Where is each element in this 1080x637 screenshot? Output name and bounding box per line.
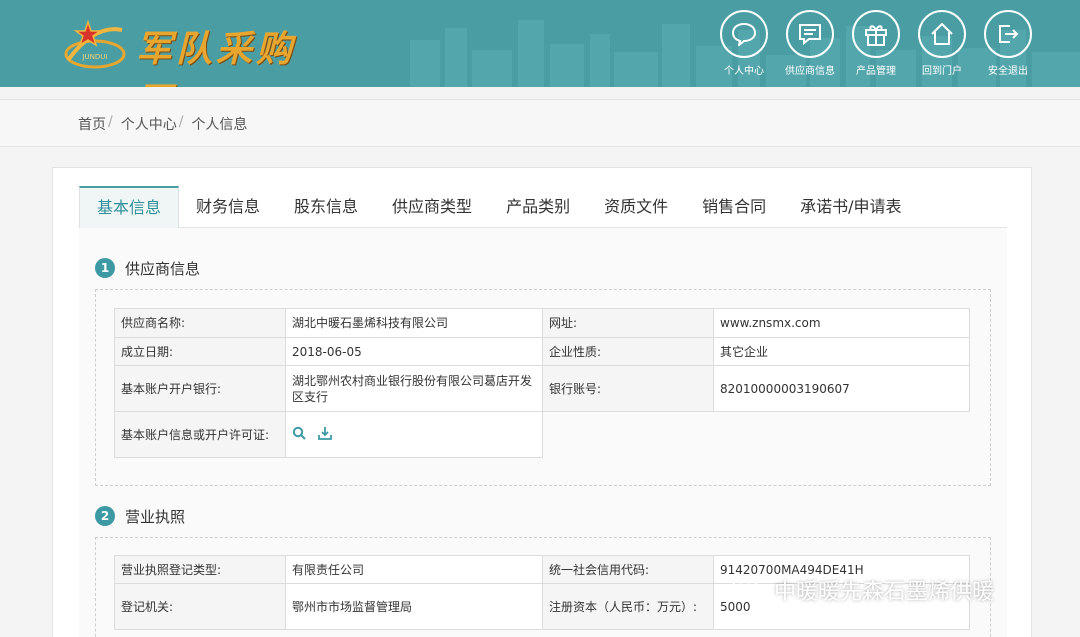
nav-product-management[interactable]: 产品管理 bbox=[852, 10, 900, 77]
site-logo[interactable]: JUNDUI 军队采购网 bbox=[64, 14, 324, 87]
top-header: JUNDUI 军队采购网 个人中心 供应商信息 产品管理 回到门户 bbox=[0, 0, 1080, 87]
label-website: 网址: bbox=[542, 308, 714, 338]
table-row: 基本账户开户银行: 湖北鄂州农村商业银行股份有限公司葛店开发区支行 银行账号: … bbox=[114, 365, 970, 412]
home-icon bbox=[918, 10, 966, 58]
army-star-emblem-icon: JUNDUI bbox=[64, 19, 126, 69]
breadcrumb-bar: 首页 / 个人中心 / 个人信息 bbox=[0, 99, 1080, 147]
tab-financial-info[interactable]: 财务信息 bbox=[179, 186, 277, 228]
label-established-date: 成立日期: bbox=[114, 337, 286, 366]
gift-icon bbox=[852, 10, 900, 58]
wechat-icon bbox=[732, 576, 766, 603]
tab-bar: 基本信息 财务信息 股东信息 供应商类型 产品类别 资质文件 销售合同 承诺书/… bbox=[79, 186, 1007, 229]
label-credit-code: 统一社会信用代码: bbox=[542, 555, 714, 584]
table-row: 成立日期: 2018-06-05 企业性质: 其它企业 bbox=[114, 337, 970, 366]
step-badge: 1 bbox=[95, 258, 115, 278]
nav-supplier-info[interactable]: 供应商信息 bbox=[785, 10, 835, 77]
label-bank-account: 银行账号: bbox=[542, 365, 714, 412]
tab-product-category[interactable]: 产品类别 bbox=[489, 186, 587, 228]
section-business-license-title: 2 营业执照 bbox=[95, 505, 185, 527]
label-bank: 基本账户开户银行: bbox=[114, 365, 286, 412]
main-panel: 基本信息 财务信息 股东信息 供应商类型 产品类别 资质文件 销售合同 承诺书/… bbox=[52, 167, 1032, 637]
label-supplier-name: 供应商名称: bbox=[114, 308, 286, 338]
value-bank: 湖北鄂州农村商业银行股份有限公司葛店开发区支行 bbox=[285, 365, 543, 412]
svg-text:JUNDUI: JUNDUI bbox=[81, 53, 107, 61]
label-license-type: 营业执照登记类型: bbox=[114, 555, 286, 584]
nav-back-to-portal[interactable]: 回到门户 bbox=[918, 10, 966, 77]
breadcrumb: 首页 / 个人中心 / 个人信息 bbox=[78, 114, 248, 134]
chat-bubble-icon bbox=[720, 10, 768, 58]
tab-shareholder-info[interactable]: 股东信息 bbox=[277, 186, 375, 228]
label-account-license: 基本账户信息或开户许可证: bbox=[114, 411, 286, 458]
tab-sales-contract[interactable]: 销售合同 bbox=[685, 186, 783, 228]
nav-personal-center[interactable]: 个人中心 bbox=[720, 10, 768, 77]
value-bank-account: 82010000003190607 bbox=[713, 365, 970, 412]
message-lines-icon bbox=[786, 10, 834, 58]
breadcrumb-personal-info: 个人信息 bbox=[191, 117, 248, 133]
tab-qualification-files[interactable]: 资质文件 bbox=[587, 186, 685, 228]
value-license-type: 有限责任公司 bbox=[285, 555, 543, 584]
label-registered-capital: 注册资本（人民币：万元）: bbox=[542, 583, 714, 630]
section-supplier-info-title: 1 供应商信息 bbox=[95, 257, 200, 279]
label-enterprise-nature: 企业性质: bbox=[542, 337, 714, 366]
breadcrumb-home[interactable]: 首页 bbox=[78, 114, 106, 134]
supplier-info-box: 供应商名称: 湖北中暖石墨烯科技有限公司 网址: www.znsmx.com 成… bbox=[95, 289, 991, 486]
wechat-watermark: 中暖暖先森石墨烯供暖 bbox=[730, 572, 994, 608]
logo-title: 军队采购网 bbox=[136, 28, 297, 87]
table-row: 基本账户信息或开户许可证: bbox=[114, 411, 970, 458]
table-row: 供应商名称: 湖北中暖石墨烯科技有限公司 网址: www.znsmx.com bbox=[114, 308, 970, 338]
breadcrumb-personal-center[interactable]: 个人中心 bbox=[121, 114, 177, 134]
value-website: www.znsmx.com bbox=[713, 308, 970, 338]
value-supplier-name: 湖北中暖石墨烯科技有限公司 bbox=[285, 308, 543, 338]
search-icon[interactable] bbox=[292, 426, 306, 444]
header-nav: 个人中心 供应商信息 产品管理 回到门户 安全退出 bbox=[720, 10, 1032, 77]
account-license-actions bbox=[285, 411, 543, 458]
nav-logout[interactable]: 安全退出 bbox=[984, 10, 1032, 77]
tab-basic-info[interactable]: 基本信息 bbox=[79, 186, 180, 229]
value-registration-authority: 鄂州市市场监督管理局 bbox=[285, 583, 543, 630]
supplier-info-table: 供应商名称: 湖北中暖石墨烯科技有限公司 网址: www.znsmx.com 成… bbox=[114, 308, 970, 458]
label-registration-authority: 登记机关: bbox=[114, 583, 286, 630]
logout-icon bbox=[984, 10, 1032, 58]
download-icon[interactable] bbox=[317, 426, 332, 444]
tab-commitment-application[interactable]: 承诺书/申请表 bbox=[783, 186, 918, 228]
value-established-date: 2018-06-05 bbox=[285, 337, 543, 366]
tab-supplier-type[interactable]: 供应商类型 bbox=[375, 186, 489, 228]
value-enterprise-nature: 其它企业 bbox=[713, 337, 970, 366]
step-badge: 2 bbox=[95, 506, 115, 526]
